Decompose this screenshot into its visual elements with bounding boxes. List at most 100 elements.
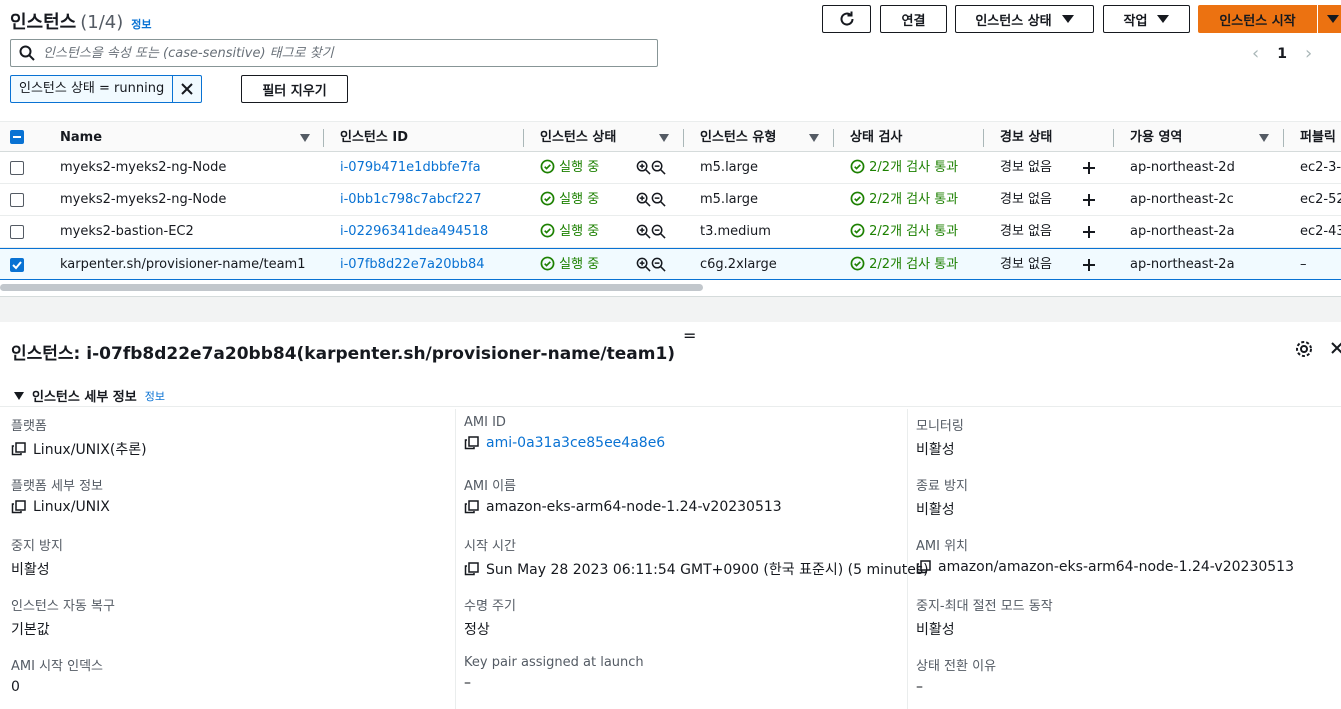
column-header-instance-type[interactable]: 인스턴스 유형 [700,122,776,153]
column-divider[interactable] [1283,129,1284,147]
public-dns: ec2-43 [1300,224,1341,239]
zoom-in-icon[interactable] [636,192,651,207]
copy-icon[interactable] [464,436,480,450]
column-divider[interactable] [523,129,524,147]
info-link[interactable]: 정보 [131,16,151,32]
row-checkbox[interactable] [10,161,24,175]
column-divider[interactable] [323,129,324,147]
zoom-controls [636,216,666,247]
column-header-alarm-status[interactable]: 경보 상태 [1000,122,1052,153]
table-row[interactable]: myeks2-bastion-EC2 i-02296341dea494518 실행… [0,216,1341,248]
add-alarm-button[interactable] [1082,184,1096,215]
caret-down-icon [1157,15,1170,23]
row-checkbox[interactable] [10,193,24,207]
copy-icon[interactable] [916,560,932,574]
field-label: 모니터링 [916,419,964,434]
field-value-row: amazon/amazon-eks-arm64-node-1.24-v20230… [916,559,1294,575]
sort-icon[interactable] [659,122,671,153]
status-check[interactable]: 2/2개 검사 통과 [850,152,958,183]
instance-state-button[interactable]: 인스턴스 상태 [955,5,1094,33]
field-value-row: – [464,675,644,691]
prev-page-icon[interactable]: ‹ [1252,43,1259,64]
copy-icon[interactable] [464,562,480,576]
settings-button[interactable] [1295,340,1313,362]
instance-state-text: 실행 중 [559,224,600,239]
public-dns: – [1300,257,1307,272]
zoom-out-icon[interactable] [651,224,666,239]
status-check[interactable]: 2/2개 검사 통과 [850,249,958,280]
actions-button[interactable]: 작업 [1103,5,1190,33]
launch-label: 인스턴스 시작 [1219,13,1296,29]
column-divider[interactable] [833,129,834,147]
resize-handle-icon[interactable]: = [683,326,696,345]
instance-id-link[interactable]: i-079b471e1dbbfe7fa [340,152,481,183]
column-divider[interactable] [983,129,984,147]
search-input[interactable] [43,45,603,61]
remove-filter-button[interactable] [173,76,201,102]
column-divider[interactable] [1113,129,1114,147]
table-row[interactable]: myeks2-myeks2-ng-Node i-079b471e1dbbfe7fa… [0,152,1341,184]
close-panel-button[interactable] [1330,340,1341,360]
instance-id-link[interactable]: i-02296341dea494518 [340,216,488,247]
field-value: amazon-eks-arm64-node-1.24-v20230513 [486,499,782,515]
field-label: 시작 시간 [464,539,516,554]
copy-icon[interactable] [464,500,480,514]
current-page[interactable]: 1 [1277,46,1287,62]
section-info-link[interactable]: 정보 [145,388,165,404]
add-alarm-button[interactable] [1082,249,1096,280]
status-check[interactable]: 2/2개 검사 통과 [850,184,958,215]
column-header-availability-zone[interactable]: 가용 영역 [1130,122,1182,153]
row-checkbox[interactable] [10,225,24,239]
clear-filters-button[interactable]: 필터 지우기 [241,75,348,103]
field-value: 비활성 [916,622,955,638]
zoom-out-icon[interactable] [651,160,666,175]
column-header-status-check[interactable]: 상태 검사 [850,122,902,153]
zoom-controls [636,184,666,215]
horizontal-scrollbar[interactable] [0,284,703,291]
section-title: 인스턴스 세부 정보 [32,390,137,405]
sort-icon[interactable] [300,122,312,153]
row-checkbox[interactable] [10,258,24,272]
add-alarm-button[interactable] [1082,216,1096,247]
launch-instance-button[interactable]: 인스턴스 시작 [1198,5,1317,33]
select-all-checkbox[interactable] [10,130,24,144]
search-box[interactable] [10,39,658,67]
status-check[interactable]: 2/2개 검사 통과 [850,216,958,247]
sort-icon[interactable] [1259,122,1271,153]
field-label: 중지 방지 [11,539,63,554]
zoom-in-icon[interactable] [636,160,651,175]
alarm-status: 경보 없음 [1000,224,1052,239]
instance-id-link[interactable]: i-07fb8d22e7a20bb84 [340,249,485,280]
split-panel-divider[interactable] [0,296,1341,322]
copy-icon[interactable] [11,500,27,514]
filter-token-label[interactable]: 인스턴스 상태 = running [11,76,174,102]
sort-icon[interactable] [809,122,821,153]
field-value: Linux/UNIX(추론) [33,442,147,458]
table-row[interactable]: karpenter.sh/provisioner-name/team1 i-07f… [0,248,1341,280]
details-section-header[interactable]: 인스턴스 세부 정보 정보 [14,386,165,405]
zoom-out-icon[interactable] [651,192,666,207]
instance-id-link[interactable]: i-0bb1c798c7abcf227 [340,184,481,215]
zoom-in-icon[interactable] [636,224,651,239]
refresh-button[interactable] [822,5,871,33]
connect-button[interactable]: 연결 [880,5,947,33]
add-alarm-button[interactable] [1082,152,1096,183]
field-value: Sun May 28 2023 06:11:54 GMT+0900 (한국 표준… [486,562,929,578]
zoom-out-icon[interactable] [651,257,666,272]
detail-field: 플랫폼 세부 정보 Linux/UNIX [11,475,110,515]
copy-icon[interactable] [11,442,27,456]
next-page-icon[interactable]: › [1305,43,1312,64]
zoom-in-icon[interactable] [636,257,651,272]
column-header-name[interactable]: Name [60,122,102,153]
column-header-instance-state[interactable]: 인스턴스 상태 [540,122,616,153]
launch-dropdown-button[interactable] [1318,5,1341,33]
field-label: 수명 주기 [464,599,516,614]
column-divider [455,409,456,709]
column-divider[interactable] [683,129,684,147]
column-header-instance-id[interactable]: 인스턴스 ID [340,122,408,153]
detail-title: 인스턴스: i-07fb8d22e7a20bb84(karpenter.sh/p… [11,344,676,364]
column-header-public[interactable]: 퍼블릭 [1300,122,1336,153]
field-value-row: 비활성 [11,559,63,579]
table-row[interactable]: myeks2-myeks2-ng-Node i-0bb1c798c7abcf227… [0,184,1341,216]
field-value-link[interactable]: ami-0a31a3ce85ee4a8e6 [486,435,665,451]
